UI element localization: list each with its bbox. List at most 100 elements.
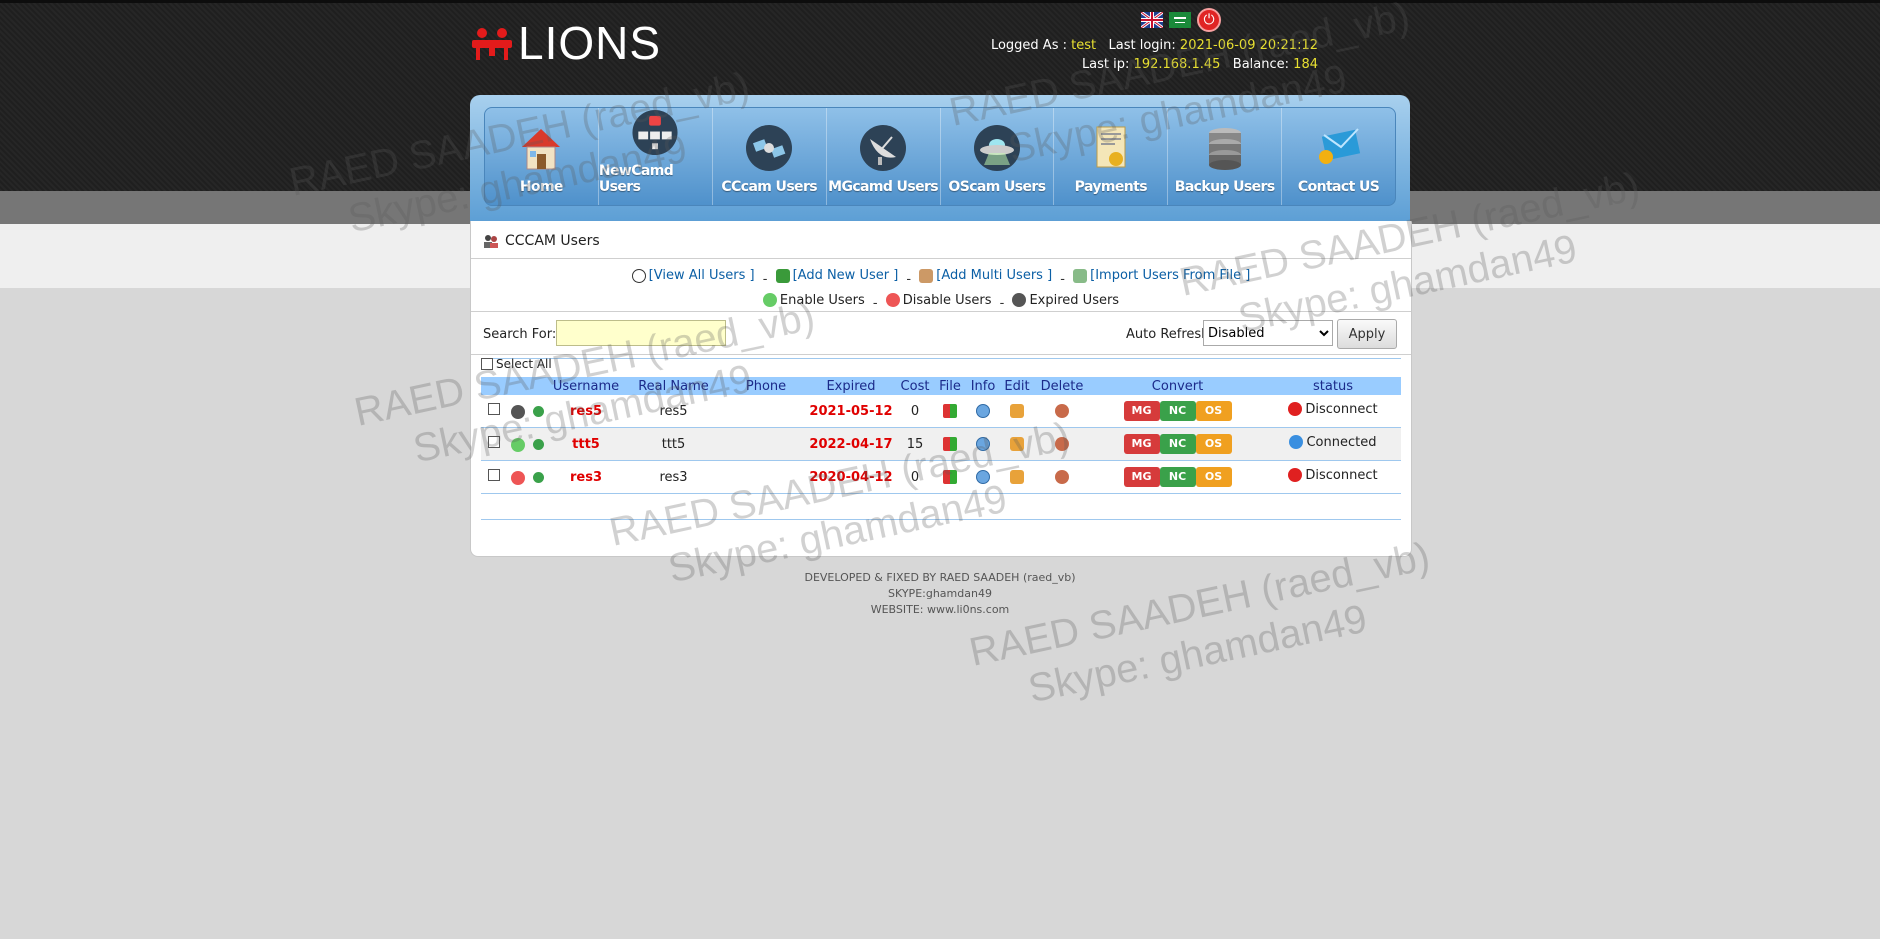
auto-refresh-select[interactable]: Disabled (1203, 320, 1333, 346)
satellite-icon (746, 125, 793, 171)
expired-users-label[interactable]: Expired Users (1029, 290, 1119, 311)
table-row: res3 res3 2020-04-12 0 MG NC OS Disconnect (481, 460, 1401, 494)
balance-icon[interactable] (532, 406, 544, 417)
enable-users-label[interactable]: Enable Users (780, 290, 865, 311)
multi-users-icon (919, 268, 934, 283)
user-state-icon[interactable] (510, 437, 525, 452)
edit-icon[interactable] (1010, 437, 1024, 451)
cell-phone (726, 460, 806, 494)
cell-realname: res5 (621, 395, 726, 428)
lions-logo-icon (470, 25, 514, 61)
balance-icon[interactable] (532, 472, 544, 483)
language-switcher: ⏻ (1141, 8, 1221, 32)
content-panel: CCCAM Users [View All Users ] - [Add New… (470, 221, 1412, 557)
col-username: Username (551, 377, 621, 395)
disable-users-label[interactable]: Disable Users (903, 290, 992, 311)
footer: DEVELOPED & FIXED BY RAED SAADEH (raed_v… (0, 570, 1880, 618)
convert-nc-button[interactable]: NC (1159, 434, 1196, 454)
view-all-users-label[interactable]: [View All Users ] (649, 265, 755, 286)
select-all-checkbox[interactable] (481, 358, 493, 370)
uk-flag-icon[interactable] (1141, 12, 1163, 28)
nav-item-payments[interactable]: Payments (1054, 108, 1169, 205)
convert-nc-button[interactable]: NC (1159, 467, 1196, 487)
nav-label-contact: Contact US (1297, 179, 1380, 195)
file-icon[interactable] (943, 404, 957, 418)
info-icon[interactable] (976, 470, 990, 484)
convert-os-button[interactable]: OS (1195, 401, 1232, 421)
status-text: Disconnect (1305, 467, 1378, 483)
nav-item-newcamd[interactable]: NewCamd Users (599, 108, 713, 205)
auto-refresh-label: Auto Refresh: (1126, 327, 1214, 342)
dish-icon (860, 125, 907, 171)
status-dot-icon (1289, 435, 1304, 450)
add-multi-users-label[interactable]: [Add Multi Users ] (936, 265, 1052, 286)
view-all-users-link[interactable]: [View All Users ] (631, 265, 755, 286)
network-icon (632, 109, 678, 156)
file-icon[interactable] (943, 437, 957, 451)
cell-username[interactable]: res5 (551, 395, 621, 428)
users-icon (484, 235, 498, 248)
col-convert: Convert (1090, 377, 1265, 395)
nav-item-backup[interactable]: Backup Users (1168, 108, 1283, 205)
info-icon[interactable] (976, 437, 990, 451)
nav-item-home[interactable]: Home (485, 108, 599, 205)
cell-expired: 2020-04-12 (806, 460, 896, 494)
add-new-user-link[interactable]: [Add New User ] (775, 265, 899, 286)
action-links: [View All Users ] - [Add New User ] - [A… (471, 265, 1411, 314)
nav-item-cccam[interactable]: CCcam Users (713, 108, 827, 205)
convert-os-button[interactable]: OS (1195, 434, 1232, 454)
convert-nc-button[interactable]: NC (1159, 401, 1196, 421)
balance-icon[interactable] (532, 439, 544, 450)
status-indicator: Connected (1289, 434, 1377, 450)
edit-icon[interactable] (1010, 404, 1024, 418)
user-state-icon[interactable] (510, 470, 525, 485)
divider (471, 258, 1411, 259)
row-checkbox[interactable] (488, 436, 501, 448)
disable-users-link[interactable]: Disable Users (885, 290, 992, 311)
row-checkbox[interactable] (488, 403, 501, 415)
convert-mg-button[interactable]: MG (1123, 401, 1160, 421)
add-multi-users-link[interactable]: [Add Multi Users ] (919, 265, 1052, 286)
cell-phone (726, 395, 806, 428)
select-all[interactable]: Select All (481, 357, 552, 371)
convert-buttons: MG NC OS (1090, 427, 1265, 461)
cell-username[interactable]: res3 (551, 460, 621, 494)
import-users-label[interactable]: [Import Users From File ] (1090, 265, 1250, 286)
search-input[interactable] (556, 320, 726, 346)
nav-item-mgcamd[interactable]: MGcamd Users (827, 108, 941, 205)
import-users-link[interactable]: [Import Users From File ] (1073, 265, 1250, 286)
edit-icon[interactable] (1010, 470, 1024, 484)
file-icon[interactable] (943, 470, 957, 484)
convert-os-button[interactable]: OS (1195, 467, 1232, 487)
footer-website[interactable]: WEBSITE: www.li0ns.com (0, 602, 1880, 618)
apply-button[interactable]: Apply (1337, 319, 1397, 349)
enable-users-link[interactable]: Enable Users (762, 290, 865, 311)
info-icon[interactable] (976, 404, 990, 418)
nav-item-oscam[interactable]: OScam Users (941, 108, 1055, 205)
nav-label-oscam: OScam Users (948, 179, 1046, 195)
nav-bar: Home NewCamd Users CCcam Users MGcamd Us… (484, 107, 1396, 206)
add-new-user-label[interactable]: [Add New User ] (793, 265, 899, 286)
delete-user-icon[interactable] (1055, 404, 1069, 418)
status-dot-icon (1288, 402, 1303, 417)
link-separator: - (906, 271, 912, 287)
delete-user-icon[interactable] (1055, 437, 1069, 451)
logout-power-icon[interactable]: ⏻ (1197, 8, 1221, 32)
logo-text: LIONS (518, 17, 662, 69)
convert-mg-button[interactable]: MG (1123, 467, 1160, 487)
convert-mg-button[interactable]: MG (1123, 434, 1160, 454)
cell-username[interactable]: ttt5 (551, 427, 621, 461)
cell-cost: 0 (896, 395, 934, 428)
nav-item-contact[interactable]: Contact US (1282, 108, 1395, 205)
delete-user-icon[interactable] (1055, 470, 1069, 484)
cell-cost: 15 (896, 427, 934, 461)
expired-users-link[interactable]: Expired Users (1012, 290, 1119, 311)
cell-expired: 2021-05-12 (806, 395, 896, 428)
user-state-icon[interactable] (510, 404, 525, 419)
site-logo[interactable]: LIONS (470, 17, 662, 69)
user-info: Logged As : test Last login: 2021-06-09 … (991, 36, 1318, 74)
row-checkbox[interactable] (488, 469, 501, 481)
divider (471, 311, 1411, 312)
saudi-flag-icon[interactable] (1169, 12, 1191, 28)
status-text: Connected (1306, 434, 1377, 450)
